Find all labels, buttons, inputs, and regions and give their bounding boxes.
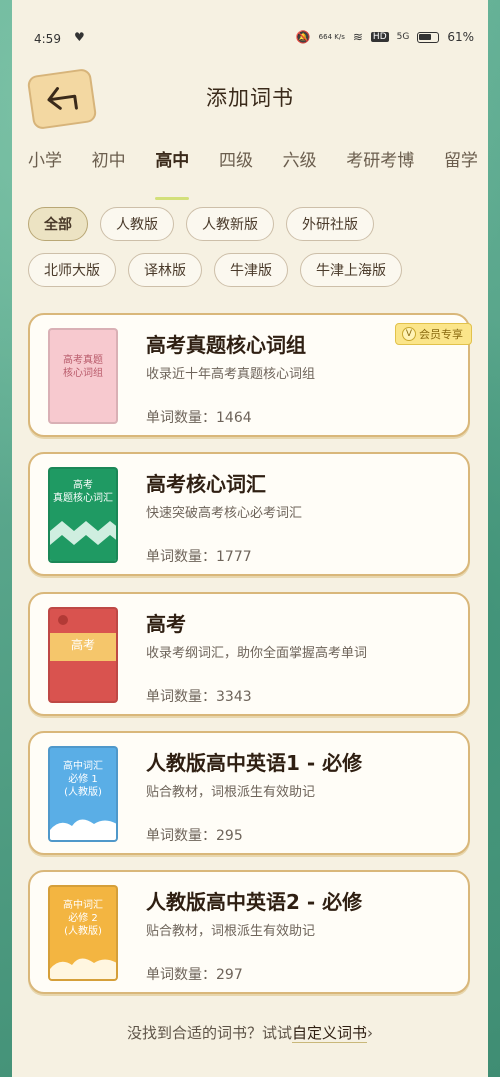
- mute-icon: 🔕: [295, 30, 311, 44]
- book-word-count: 单词数量：1777: [146, 549, 252, 565]
- book-desc: 贴合教材，词根派生有效助记: [146, 924, 316, 939]
- status-right: 🔕 664 K/s ≋ HD 5G 61%: [296, 30, 474, 44]
- book-desc: 收录近十年高考真题核心词组: [146, 367, 316, 382]
- book-cover: 高考 真题核心词汇: [48, 467, 118, 563]
- battery-icon: [417, 31, 440, 43]
- cover-text: 高考: [70, 638, 95, 652]
- cover-text: 高中词汇 必修 2 (人教版): [63, 900, 103, 937]
- book-cover: 高中词汇 必修 2 (人教版): [48, 885, 118, 981]
- book-desc: 收录考纲词汇，助你全面掌握高考单词: [146, 646, 368, 661]
- tab-senior[interactable]: 高中: [155, 146, 190, 200]
- book-title: 高考真题核心词组: [146, 333, 306, 357]
- cover-text: 高考真题 核心词组: [63, 355, 103, 379]
- cloud-icon: [50, 819, 116, 840]
- cover-text: 高中词汇 必修 1 (人教版): [63, 761, 103, 798]
- vip-icon: V: [402, 327, 416, 341]
- tab-abroad[interactable]: 留学: [444, 146, 478, 186]
- hd-badge: HD: [370, 32, 389, 42]
- signal-label: 5G: [396, 32, 410, 42]
- heart-icon: ♥: [74, 30, 85, 44]
- book-title: 人教版高中英语1 - 必修: [146, 751, 363, 775]
- wifi-icon: ≋: [352, 30, 363, 44]
- vip-badge: V 会员专享: [395, 323, 472, 345]
- filter-oxford-shanghai[interactable]: 牛津上海版: [300, 253, 402, 287]
- tab-junior[interactable]: 初中: [92, 146, 126, 186]
- level-tabs: 小学 初中 高中 四级 六级 考研考博 留学: [28, 146, 478, 200]
- filter-pep[interactable]: 人教版: [100, 207, 174, 241]
- vip-label: 会员专享: [419, 328, 463, 341]
- footer-text: 没找到合适的词书？试试: [126, 1024, 292, 1042]
- footer: 没找到合适的词书？试试自定义词书›: [0, 1022, 500, 1043]
- book-word-count: 单词数量：295: [146, 828, 243, 844]
- tab-postgrad[interactable]: 考研考博: [346, 146, 414, 186]
- book-word-count: 单词数量：1464: [146, 410, 252, 426]
- filter-fltrp[interactable]: 外研社版: [286, 207, 374, 241]
- book-desc: 贴合教材，词根派生有效助记: [146, 785, 316, 800]
- book-word-count: 单词数量：3343: [146, 689, 252, 705]
- book-card[interactable]: 高考真题 核心词组 高考真题核心词组 收录近十年高考真题核心词组 单词数量：14…: [28, 313, 472, 437]
- battery-level: 61%: [447, 30, 474, 44]
- book-card[interactable]: 高中词汇 必修 2 (人教版) 人教版高中英语2 - 必修 贴合教材，词根派生有…: [28, 870, 470, 994]
- book-title: 人教版高中英语2 - 必修: [146, 890, 363, 914]
- book-desc: 快速突破高考核心必考词汇: [146, 506, 303, 521]
- chevron-right-icon[interactable]: ›: [367, 1024, 373, 1042]
- cover-dot-icon: [58, 615, 68, 625]
- cover-text: 高考 真题核心词汇: [53, 480, 113, 504]
- book-cover: 高中词汇 必修 1 (人教版): [48, 746, 118, 842]
- book-card[interactable]: 高中词汇 必修 1 (人教版) 人教版高中英语1 - 必修 贴合教材，词根派生有…: [28, 731, 470, 855]
- status-bar: 4:59 ♥ 🔕 664 K/s ≋ HD 5G 61%: [12, 0, 488, 70]
- book-card[interactable]: 高考 真题核心词汇 高考核心词汇 快速突破高考核心必考词汇 单词数量：1777: [28, 452, 470, 576]
- book-title: 高考核心词汇: [146, 472, 266, 496]
- filter-bnu[interactable]: 北师大版: [28, 253, 116, 287]
- cloud-icon: [50, 958, 116, 979]
- cover-pattern-icon: [50, 521, 116, 561]
- filter-pep-new[interactable]: 人教新版: [186, 207, 274, 241]
- filter-yilin[interactable]: 译林版: [128, 253, 202, 287]
- book-title: 高考: [146, 612, 186, 636]
- tab-primary[interactable]: 小学: [28, 146, 62, 186]
- status-time: 4:59: [34, 32, 61, 46]
- book-cover: 高考真题 核心词组: [48, 328, 118, 424]
- net-speed: 664 K/s: [318, 33, 345, 41]
- custom-book-link[interactable]: 自定义词书: [292, 1024, 367, 1042]
- book-card[interactable]: 高考 高考 收录考纲词汇，助你全面掌握高考单词 单词数量：3343: [28, 592, 470, 716]
- filter-oxford[interactable]: 牛津版: [214, 253, 288, 287]
- book-word-count: 单词数量：297: [146, 967, 243, 983]
- tab-cet4[interactable]: 四级: [219, 146, 253, 186]
- filter-all[interactable]: 全部: [28, 207, 88, 241]
- book-cover: 高考: [48, 607, 118, 703]
- page-title: 添加词书: [206, 86, 294, 110]
- tab-cet6[interactable]: 六级: [283, 146, 317, 186]
- edition-filters: 全部 人教版 人教新版 外研社版 北师大版 译林版 牛津版 牛津上海版: [28, 207, 468, 287]
